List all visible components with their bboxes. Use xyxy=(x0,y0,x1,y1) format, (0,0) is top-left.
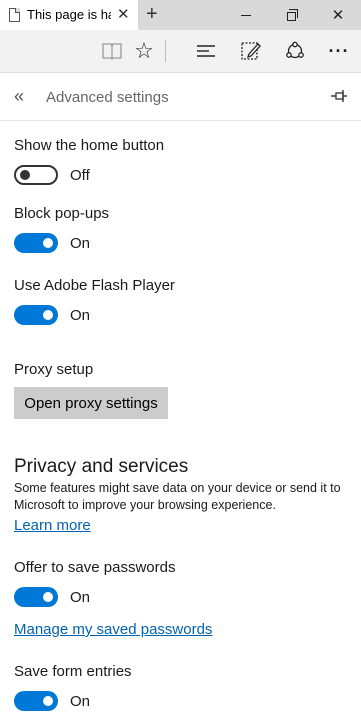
more-icon[interactable]: ··· xyxy=(326,36,352,66)
toggle-knob xyxy=(43,592,53,602)
pin-icon[interactable] xyxy=(330,87,348,105)
panel-header: « Advanced settings xyxy=(0,73,361,121)
restore-button[interactable] xyxy=(272,0,312,30)
minimize-icon xyxy=(241,14,251,16)
close-window-button[interactable]: ✕ xyxy=(318,0,358,30)
tab-title: This page is ha xyxy=(27,7,111,22)
new-tab-icon[interactable]: + xyxy=(146,3,158,25)
manage-passwords-link[interactable]: Manage my saved passwords xyxy=(14,621,212,638)
restore-icon xyxy=(286,8,298,21)
toggle-knob xyxy=(20,170,30,180)
browser-tab[interactable]: This page is ha ✕ xyxy=(0,0,138,30)
proxy-setup-label: Proxy setup xyxy=(14,361,94,378)
tab-close-icon[interactable]: ✕ xyxy=(117,6,130,24)
toolbar-divider xyxy=(165,40,166,62)
save-passwords-state: On xyxy=(70,589,91,606)
hub-icon[interactable] xyxy=(194,36,218,66)
save-passwords-label: Offer to save passwords xyxy=(14,559,176,576)
minimize-button[interactable] xyxy=(226,0,266,30)
home-button-toggle[interactable] xyxy=(14,165,58,185)
share-icon[interactable] xyxy=(283,36,307,66)
save-form-entries-label: Save form entries xyxy=(14,663,132,680)
flash-player-label: Use Adobe Flash Player xyxy=(14,277,175,294)
home-button-label: Show the home button xyxy=(14,137,165,154)
toggle-knob xyxy=(43,238,53,248)
block-popups-state: On xyxy=(70,235,91,252)
panel-title: Advanced settings xyxy=(46,89,169,106)
back-icon[interactable]: « xyxy=(14,86,24,106)
save-passwords-toggle[interactable] xyxy=(14,587,58,607)
title-bar: This page is ha ✕ + ✕ xyxy=(0,0,361,30)
open-proxy-settings-button[interactable]: Open proxy settings xyxy=(14,387,168,419)
page-icon xyxy=(9,8,20,22)
web-note-icon[interactable] xyxy=(239,36,263,66)
advanced-settings-panel: « Advanced settings Show the home button… xyxy=(0,72,361,717)
privacy-section-title: Privacy and services xyxy=(14,456,189,477)
favorites-star-icon[interactable]: ☆ xyxy=(132,36,156,66)
learn-more-link[interactable]: Learn more xyxy=(14,517,91,534)
flash-player-state: On xyxy=(70,307,91,324)
toggle-knob xyxy=(43,696,53,706)
save-form-entries-toggle[interactable] xyxy=(14,691,58,711)
reading-view-icon[interactable] xyxy=(100,36,124,66)
save-form-entries-state: On xyxy=(70,693,91,710)
block-popups-toggle[interactable] xyxy=(14,233,58,253)
toggle-knob xyxy=(43,310,53,320)
block-popups-label: Block pop-ups xyxy=(14,205,110,222)
flash-player-toggle[interactable] xyxy=(14,305,58,325)
browser-toolbar: ☆ ··· xyxy=(0,30,361,72)
privacy-description: Some features might save data on your de… xyxy=(14,481,341,512)
home-button-state: Off xyxy=(70,167,90,184)
